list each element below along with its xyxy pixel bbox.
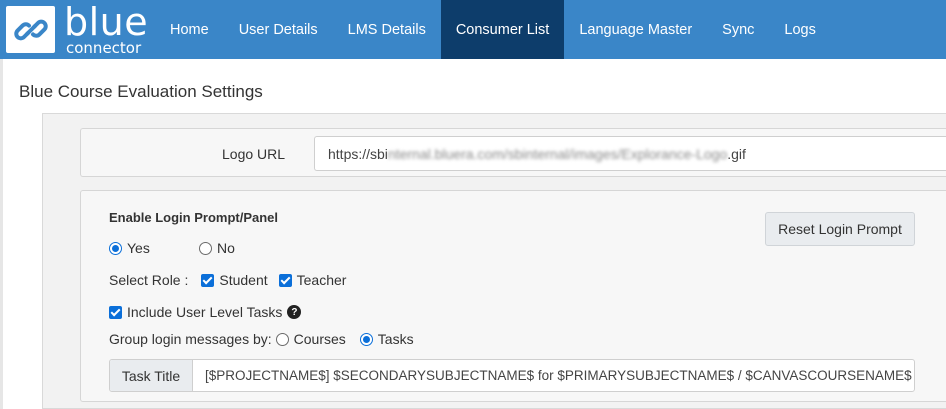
- yes-radio[interactable]: [109, 241, 122, 255]
- nav-language-master[interactable]: Language Master: [564, 0, 707, 59]
- teacher-checkbox-label[interactable]: Teacher: [297, 272, 347, 288]
- reset-login-prompt-button[interactable]: Reset Login Prompt: [765, 212, 915, 246]
- task-title-group: Task Title [$PROJECTNAME$] $SECONDARYSUB…: [109, 359, 915, 392]
- include-user-tasks-label[interactable]: Include User Level Tasks: [127, 304, 282, 320]
- no-radio[interactable]: [199, 241, 212, 255]
- no-radio-label[interactable]: No: [217, 240, 235, 256]
- courses-radio[interactable]: [275, 332, 289, 346]
- logo-url-value-start: https://sbi: [328, 145, 388, 162]
- student-checkbox[interactable]: [201, 273, 215, 287]
- include-user-tasks-checkbox[interactable]: [109, 305, 122, 319]
- link-icon[interactable]: [6, 6, 55, 53]
- teacher-checkbox[interactable]: [278, 273, 292, 287]
- group-by-row: Group login messages by: Courses Tasks: [109, 331, 414, 347]
- nav-consumer-list[interactable]: Consumer List: [440, 0, 565, 59]
- nav-user-details[interactable]: User Details: [224, 0, 333, 59]
- include-user-tasks-row: Include User Level Tasks ?: [109, 304, 302, 320]
- nav-home[interactable]: Home: [155, 0, 224, 59]
- enable-login-radio-group: Yes: [109, 240, 150, 256]
- tasks-radio-label[interactable]: Tasks: [378, 331, 414, 347]
- top-navbar: blue connector Home User Details LMS Det…: [0, 0, 946, 59]
- main-nav: Home User Details LMS Details Consumer L…: [155, 0, 831, 59]
- login-prompt-heading: Enable Login Prompt/Panel: [109, 210, 279, 225]
- tasks-radio[interactable]: [359, 332, 373, 346]
- page-title: Blue Course Evaluation Settings: [19, 82, 263, 101]
- no-radio-option: No: [199, 240, 235, 256]
- courses-radio-label[interactable]: Courses: [294, 331, 346, 347]
- help-icon[interactable]: ?: [287, 305, 302, 319]
- logo-url-input[interactable]: https://sbi nternal.bluera.com/sbinternal…: [314, 136, 946, 171]
- nav-sync[interactable]: Sync: [707, 0, 769, 59]
- nav-lms-details[interactable]: LMS Details: [333, 0, 441, 59]
- logo-url-label: Logo URL: [222, 146, 286, 162]
- brand-name: blue: [64, 0, 149, 44]
- task-title-input[interactable]: [$PROJECTNAME$] $SECONDARYSUBJECTNAME$ f…: [193, 360, 914, 391]
- left-divider: [0, 59, 3, 409]
- logo-url-value-blurred: nternal.bluera.com/sbinternal/images/Exp…: [387, 145, 728, 162]
- student-checkbox-label[interactable]: Student: [219, 272, 267, 288]
- select-role-label: Select Role :: [109, 272, 189, 288]
- group-by-label: Group login messages by:: [109, 331, 272, 347]
- logo-url-value-end: .gif: [727, 145, 746, 162]
- yes-radio-label[interactable]: Yes: [127, 240, 150, 256]
- task-title-label: Task Title: [110, 360, 193, 391]
- nav-logs[interactable]: Logs: [769, 0, 830, 59]
- select-role-row: Select Role : Student Teacher: [109, 272, 346, 288]
- brand-subtitle: connector: [66, 39, 142, 57]
